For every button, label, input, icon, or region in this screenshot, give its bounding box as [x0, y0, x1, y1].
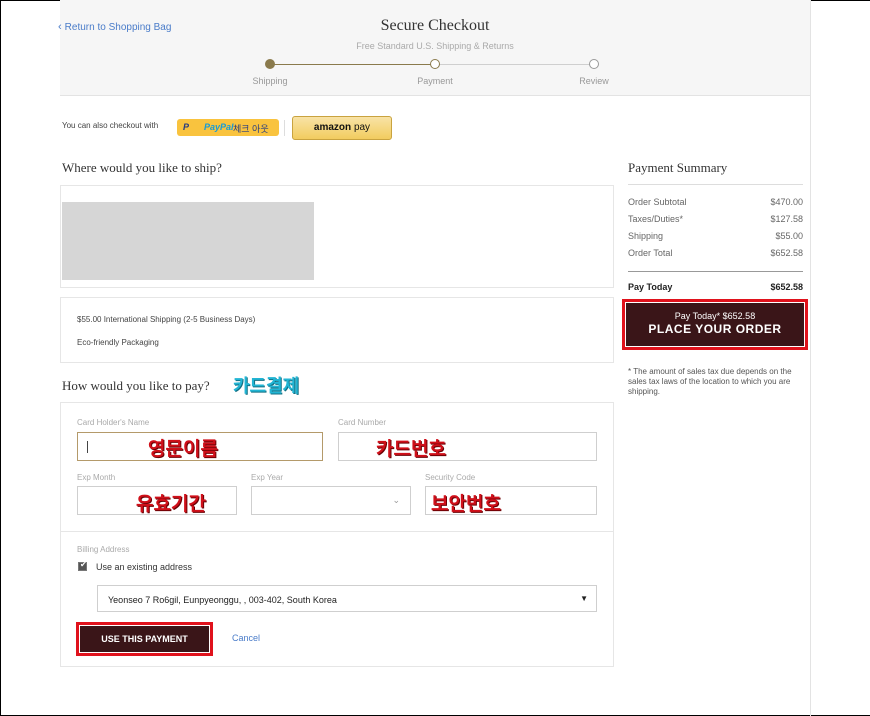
step-shipping-dot: [265, 59, 275, 69]
page-title: Secure Checkout: [380, 17, 490, 34]
annotation-card-number: 카드번호: [376, 438, 446, 460]
checkmark-icon: ✔: [80, 560, 87, 569]
summary-value: $652.58: [770, 248, 803, 258]
place-order-amount: Pay Today* $652.58: [674, 311, 756, 321]
progress-line-pending: [435, 64, 595, 65]
shipping-method-card: [60, 297, 614, 363]
security-code-label: Security Code: [425, 473, 476, 482]
use-existing-address-label[interactable]: Use an existing address: [96, 562, 192, 572]
place-order-label: PLACE YOUR ORDER: [648, 322, 782, 336]
express-checkout-label: You can also checkout with: [62, 121, 159, 130]
annotation-english-name: 영문이름: [148, 438, 218, 460]
step-review-label: Review: [579, 76, 609, 86]
summary-top-divider: [628, 184, 803, 185]
page-subtitle: Free Standard U.S. Shipping & Returns: [356, 41, 514, 51]
card-number-label: Card Number: [338, 418, 387, 427]
summary-value: $470.00: [770, 197, 803, 207]
payment-section-title: How would you like to pay?: [62, 378, 210, 393]
annotation-expiry: 유효기간: [136, 493, 206, 515]
amazon-pay-text: pay: [353, 122, 371, 133]
left-border: [0, 0, 1, 716]
right-border: [810, 0, 811, 716]
paypal-checkout-text: 체크 아웃: [233, 124, 269, 134]
summary-label: Taxes/Duties*: [628, 214, 684, 224]
summary-label: Order Total: [628, 248, 673, 258]
text-caret: [87, 441, 88, 453]
express-divider: [284, 120, 285, 136]
dropdown-arrow-icon: ▼: [580, 594, 588, 603]
exp-month-label: Exp Month: [77, 473, 116, 482]
summary-divider: [628, 271, 803, 272]
billing-address-value: Yeonseo 7 Ro6gil, Eunpyeonggu, , 003-402…: [108, 595, 337, 605]
pay-today-label: Pay Today: [628, 282, 673, 292]
billing-divider: [61, 531, 613, 532]
step-review-dot: [589, 59, 599, 69]
shipping-section-title: Where would you like to ship?: [62, 160, 222, 175]
progress-line-completed: [270, 64, 435, 65]
billing-address-select[interactable]: Yeonseo 7 Ro6gil, Eunpyeonggu, , 003-402…: [97, 585, 597, 612]
summary-label: Shipping: [628, 231, 664, 241]
cancel-link[interactable]: Cancel: [232, 633, 260, 643]
sales-tax-note: * The amount of sales tax due depends on…: [628, 367, 792, 396]
summary-row-subtotal: Order Subtotal $470.00: [628, 197, 803, 207]
checkout-header: ‹ Return to Shopping Bag Secure Checkout …: [58, 0, 810, 96]
exp-year-select[interactable]: ⌄: [251, 486, 411, 515]
shipping-method-text: $55.00 International Shipping (2-5 Busin…: [77, 315, 256, 324]
amazon-wordmark: amazon: [313, 122, 352, 133]
paypal-logo-icon: P: [183, 122, 190, 132]
use-this-payment-button[interactable]: USE THIS PAYMENT: [80, 626, 209, 652]
summary-value: $55.00: [775, 231, 803, 241]
annotation-card-payment: 카드결제: [233, 376, 300, 397]
card-holder-label: Card Holder's Name: [77, 418, 150, 427]
step-payment-dot: [430, 59, 440, 69]
shipping-address-redacted: [62, 202, 314, 280]
payment-summary-title: Payment Summary: [628, 160, 728, 175]
step-shipping-label[interactable]: Shipping: [230, 76, 310, 86]
summary-row-shipping: Shipping $55.00: [628, 231, 803, 241]
billing-address-label: Billing Address: [77, 545, 130, 554]
paypal-wordmark: PayPal: [204, 122, 234, 132]
summary-row-total: Order Total $652.58: [628, 248, 803, 258]
summary-row-taxes: Taxes/Duties* $127.58: [628, 214, 803, 224]
paypal-checkout-button[interactable]: P PayPal 체크 아웃: [177, 119, 279, 136]
annotation-security-code: 보안번호: [431, 493, 501, 515]
summary-row-pay-today: Pay Today $652.58: [628, 282, 803, 292]
use-existing-address-checkbox[interactable]: ✔: [78, 560, 87, 571]
step-payment-label: Payment: [417, 76, 453, 86]
pay-today-value: $652.58: [770, 282, 803, 292]
summary-value: $127.58: [770, 214, 803, 224]
exp-year-label: Exp Year: [251, 473, 284, 482]
packaging-text: Eco-friendly Packaging: [77, 338, 159, 347]
summary-label: Order Subtotal: [628, 197, 687, 207]
amazon-pay-button[interactable]: amazon pay: [292, 116, 392, 140]
place-order-button[interactable]: Pay Today* $652.58 PLACE YOUR ORDER: [626, 303, 804, 346]
chevron-down-icon: ⌄: [392, 495, 400, 505]
